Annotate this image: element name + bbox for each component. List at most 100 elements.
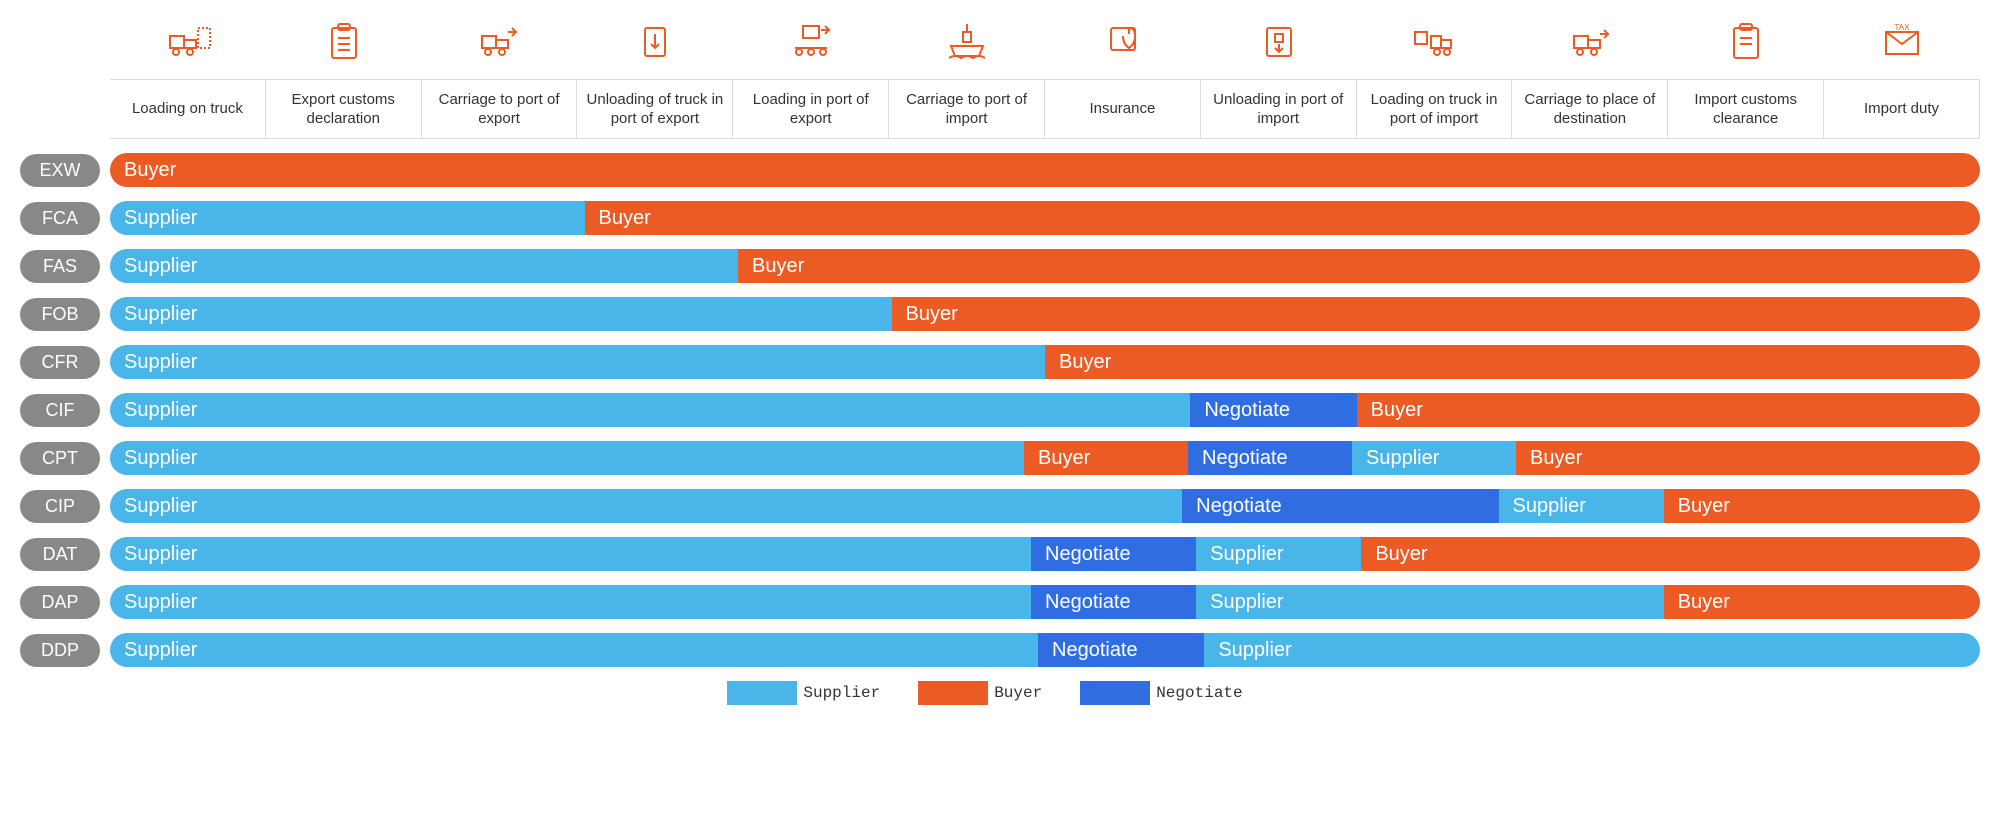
- incoterm-bar: SupplierBuyerNegotiateSupplierBuyer: [110, 441, 1980, 475]
- clipboard-icon: [266, 10, 422, 79]
- incoterms-chart: Loading on truck Export customs declarat…: [0, 0, 2000, 715]
- segment-supplier: Supplier: [110, 249, 738, 283]
- segment-supplier: Supplier: [1499, 489, 1664, 523]
- box-down2-icon: [1201, 10, 1357, 79]
- incoterm-row-dat: DATSupplierNegotiateSupplierBuyer: [20, 537, 1980, 571]
- incoterm-code: CIP: [20, 490, 100, 523]
- incoterm-row-fob: FOB SupplierBuyer: [20, 297, 1980, 331]
- stage-header: Import customs clearance: [1668, 79, 1824, 139]
- segment-supplier: Supplier: [1204, 633, 1980, 667]
- incoterm-bar: Buyer: [110, 153, 1980, 187]
- segment-supplier: Supplier: [110, 537, 1031, 571]
- segment-buyer: Buyer: [1664, 489, 1980, 523]
- box-down-icon: [577, 10, 733, 79]
- incoterm-bar: SupplierBuyer: [110, 345, 1980, 379]
- segment-negotiate: Negotiate: [1031, 585, 1196, 619]
- incoterm-row-cif: CIF SupplierNegotiateBuyer: [20, 393, 1980, 427]
- legend: Supplier Buyer Negotiate: [20, 681, 1980, 705]
- truck-load-icon: [110, 10, 266, 79]
- incoterm-bar: SupplierBuyer: [110, 201, 1980, 235]
- stage-icons-row: [20, 10, 1980, 79]
- stage-header: Loading in port of export: [733, 79, 889, 139]
- incoterm-bar: SupplierNegotiateSupplierBuyer: [110, 537, 1980, 571]
- segment-supplier: Supplier: [1196, 537, 1361, 571]
- stage-header: Import duty: [1824, 79, 1980, 139]
- segment-supplier: Supplier: [110, 201, 585, 235]
- segment-buyer: Buyer: [738, 249, 1980, 283]
- segment-buyer: Buyer: [1361, 537, 1980, 571]
- incoterm-code: EXW: [20, 154, 100, 187]
- segment-supplier: Supplier: [1196, 585, 1664, 619]
- legend-swatch-supplier: [727, 681, 797, 705]
- incoterm-row-cfr: CFR SupplierBuyer: [20, 345, 1980, 379]
- incoterm-bar: SupplierNegotiateSupplierBuyer: [110, 585, 1980, 619]
- segment-buyer: Buyer: [110, 153, 1980, 187]
- truck-arrow-icon: [422, 10, 578, 79]
- incoterm-bar: SupplierBuyer: [110, 249, 1980, 283]
- incoterm-row-fca: FCA SupplierBuyer: [20, 201, 1980, 235]
- incoterm-code: DAP: [20, 586, 100, 619]
- incoterm-row-exw: EXW Buyer: [20, 153, 1980, 187]
- legend-buyer: Buyer: [918, 681, 1072, 705]
- clipboard2-icon: [1668, 10, 1824, 79]
- segment-buyer: Buyer: [1045, 345, 1980, 379]
- conveyor-icon: [733, 10, 889, 79]
- incoterm-row-fas: FAS SupplierBuyer: [20, 249, 1980, 283]
- incoterm-rows: EXWBuyerFCASupplierBuyerFASSupplierBuyer…: [20, 153, 1980, 667]
- incoterm-bar: SupplierNegotiateSupplier: [110, 633, 1980, 667]
- incoterm-bar: SupplierNegotiateSupplierBuyer: [110, 489, 1980, 523]
- segment-supplier: Supplier: [110, 393, 1190, 427]
- legend-label-supplier: Supplier: [803, 684, 880, 702]
- stage-header: Export customs declaration: [266, 79, 422, 139]
- incoterm-row-cpt: CPTSupplierBuyerNegotiateSupplierBuyer: [20, 441, 1980, 475]
- segment-supplier: Supplier: [110, 489, 1182, 523]
- incoterm-row-cip: CIPSupplierNegotiateSupplierBuyer: [20, 489, 1980, 523]
- segment-buyer: Buyer: [1516, 441, 1980, 475]
- segment-buyer: Buyer: [1024, 441, 1188, 475]
- segment-negotiate: Negotiate: [1188, 441, 1352, 475]
- incoterm-row-dap: DAPSupplierNegotiateSupplierBuyer: [20, 585, 1980, 619]
- incoterm-code: CPT: [20, 442, 100, 475]
- stage-header: Carriage to port of import: [889, 79, 1045, 139]
- segment-negotiate: Negotiate: [1031, 537, 1196, 571]
- stage-header: Unloading in port of import: [1201, 79, 1357, 139]
- segment-supplier: Supplier: [110, 441, 1024, 475]
- incoterm-code: CFR: [20, 346, 100, 379]
- legend-swatch-negotiate: [1080, 681, 1150, 705]
- stage-header-row: Loading on truck Export customs declarat…: [20, 79, 1980, 139]
- legend-supplier: Supplier: [727, 681, 910, 705]
- stage-header: Loading on truck in port of import: [1357, 79, 1513, 139]
- truck-box-icon: [1357, 10, 1513, 79]
- incoterm-code: FCA: [20, 202, 100, 235]
- shield-icon: [1045, 10, 1201, 79]
- segment-buyer: Buyer: [892, 297, 1981, 331]
- incoterm-code: FOB: [20, 298, 100, 331]
- ship-icon: [889, 10, 1045, 79]
- incoterm-code: DDP: [20, 634, 100, 667]
- stage-header: Loading on truck: [110, 79, 266, 139]
- truck-arrow2-icon: [1512, 10, 1668, 79]
- segment-supplier: Supplier: [110, 585, 1031, 619]
- stage-header: Carriage to port of export: [422, 79, 578, 139]
- incoterm-code: DAT: [20, 538, 100, 571]
- incoterm-code: FAS: [20, 250, 100, 283]
- segment-supplier: Supplier: [110, 297, 892, 331]
- segment-negotiate: Negotiate: [1190, 393, 1356, 427]
- incoterm-row-ddp: DDP SupplierNegotiateSupplier: [20, 633, 1980, 667]
- incoterm-bar: SupplierBuyer: [110, 297, 1980, 331]
- legend-negotiate: Negotiate: [1080, 681, 1272, 705]
- incoterm-bar: SupplierNegotiateBuyer: [110, 393, 1980, 427]
- segment-buyer: Buyer: [1664, 585, 1980, 619]
- legend-label-buyer: Buyer: [994, 684, 1042, 702]
- legend-label-negotiate: Negotiate: [1156, 684, 1242, 702]
- stage-header: Unloading of truck in port of export: [577, 79, 733, 139]
- segment-supplier: Supplier: [110, 633, 1038, 667]
- stage-header: Insurance: [1045, 79, 1201, 139]
- stage-header: Carriage to place of destination: [1512, 79, 1668, 139]
- segment-negotiate: Negotiate: [1182, 489, 1498, 523]
- incoterm-code: CIF: [20, 394, 100, 427]
- segment-supplier: Supplier: [1352, 441, 1516, 475]
- legend-swatch-buyer: [918, 681, 988, 705]
- segment-buyer: Buyer: [1357, 393, 1980, 427]
- tax-envelope-icon: [1824, 10, 1980, 79]
